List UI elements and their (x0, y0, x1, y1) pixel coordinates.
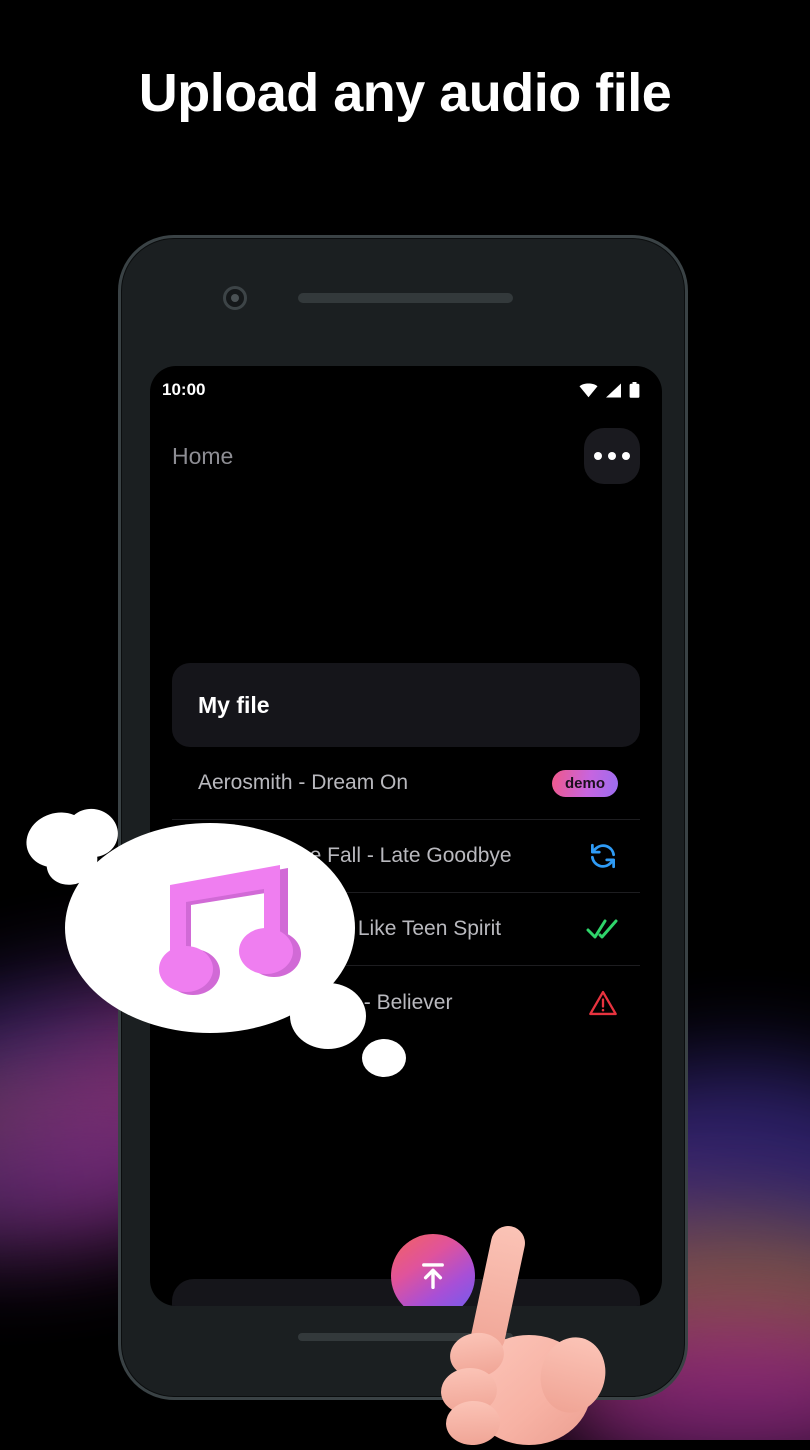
sync-icon (591, 843, 615, 869)
thought-bubble-shape (26, 808, 406, 1077)
overflow-menu-button[interactable] (584, 428, 640, 484)
more-horizontal-icon (594, 452, 602, 460)
my-file-card[interactable]: My file (172, 663, 640, 747)
battery-icon (629, 382, 640, 398)
earpiece-speaker (298, 293, 513, 303)
hand-shape (441, 1226, 606, 1446)
signal-icon (606, 383, 621, 397)
more-horizontal-icon-dot3 (622, 452, 630, 460)
thought-bubble (10, 800, 410, 1100)
status-badge: demo (551, 769, 618, 797)
bubble-tail-1 (290, 983, 366, 1049)
hand-pointing-icon (425, 1205, 625, 1446)
front-camera-icon (223, 286, 247, 310)
more-horizontal-icon-dot2 (608, 452, 616, 460)
status-bar: 10:00 (150, 366, 662, 414)
my-file-card-title: My file (198, 691, 270, 718)
status-bar-clock: 10:00 (162, 380, 206, 399)
status-bar-icons (579, 382, 640, 398)
app-bar: Home (150, 418, 662, 494)
page-title: Upload any audio file (138, 63, 672, 123)
app-bar-title: Home (172, 442, 234, 469)
double-check-icon (586, 919, 618, 939)
warning-icon (589, 990, 617, 1015)
file-title: Aerosmith - Dream On (198, 771, 409, 794)
wifi-icon (579, 383, 598, 397)
bubble-tail-2 (362, 1039, 406, 1077)
